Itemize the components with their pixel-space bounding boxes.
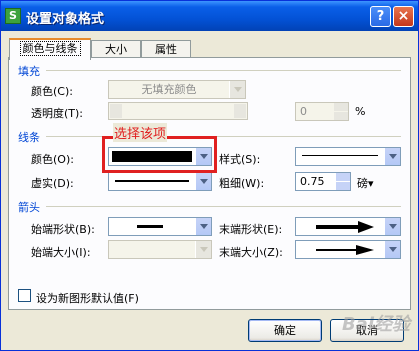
ok-button[interactable]: 确定 (248, 319, 322, 342)
chevron-down-icon (384, 148, 400, 165)
transparency-unit: % (355, 105, 366, 118)
title-bar[interactable]: S 设置对象格式 ? × (1, 1, 418, 31)
highlight-label: 选择该项 (113, 123, 168, 142)
fill-section-title: 填充 (18, 65, 40, 78)
chevron-down-icon (195, 173, 211, 190)
transparency-spinner[interactable]: 0 (295, 102, 349, 121)
begin-style-dropdown[interactable] (108, 217, 212, 236)
line-weight-label: 粗细(W): (219, 177, 265, 190)
app-icon: S (5, 8, 21, 24)
end-size-label: 末端大小(Z): (219, 246, 283, 259)
line-divider (46, 136, 401, 137)
fill-color-dropdown[interactable]: 无填充颜色 (108, 80, 246, 99)
end-size-dropdown[interactable] (295, 240, 401, 259)
set-default-checkbox[interactable] (18, 289, 31, 302)
arrows-divider (46, 206, 401, 207)
set-default-label: 设为新图形默认值(F) (36, 292, 139, 305)
tab-color-and-lines[interactable]: 颜色与线条 (9, 38, 91, 60)
line-style-preview (302, 155, 378, 156)
line-style-dropdown[interactable] (295, 147, 401, 166)
dash-preview (115, 180, 189, 182)
dash-label: 虚实(D): (31, 177, 74, 190)
fill-color-label: 颜色(C): (31, 85, 73, 98)
arrows-section-title: 箭头 (18, 201, 40, 214)
watermark: Bai经验 (341, 314, 410, 335)
begin-size-dropdown[interactable] (108, 240, 212, 259)
end-style-label: 末端形状(E): (219, 223, 283, 236)
help-button[interactable]: ? (370, 6, 391, 27)
line-weight-unit[interactable]: 磅▾ (357, 175, 374, 191)
dash-dropdown[interactable] (108, 172, 212, 191)
spin-up-icon (336, 173, 350, 181)
spin-up-icon (334, 103, 348, 111)
chevron-down-icon (195, 218, 211, 235)
chevron-down-icon (195, 241, 211, 258)
slider-left-arrow-icon (110, 104, 122, 118)
tab-label: 颜色与线条 (19, 41, 81, 56)
slider-right-arrow-icon (234, 104, 246, 118)
dialog-title: 设置对象格式 (26, 12, 105, 27)
close-button[interactable]: × (393, 6, 414, 27)
begin-style-preview (137, 225, 163, 228)
chevron-down-icon (384, 241, 400, 258)
begin-style-label: 始端形状(B): (31, 223, 95, 236)
begin-size-label: 始端大小(I): (31, 246, 91, 259)
line-weight-value: 0.75 (300, 175, 325, 188)
line-weight-spinner[interactable]: 0.75 (295, 172, 351, 191)
arrow-right-icon (316, 245, 374, 255)
line-color-label: 颜色(O): (31, 153, 74, 166)
transparency-slider[interactable] (108, 102, 248, 120)
line-section-title: 线条 (18, 131, 40, 144)
chevron-down-icon (229, 81, 245, 98)
spin-down-icon (336, 182, 350, 190)
arrow-right-icon (316, 221, 374, 233)
fill-color-value: 无填充颜色 (141, 83, 197, 96)
transparency-label: 透明度(T): (31, 107, 84, 120)
chevron-down-icon (384, 218, 400, 235)
fill-divider (46, 70, 401, 71)
format-object-dialog: S 设置对象格式 ? × 颜色与线条 大小 属性 填充 颜色(C): 无填充颜色… (0, 0, 419, 351)
spin-down-icon (334, 112, 348, 120)
end-style-dropdown[interactable] (295, 217, 401, 236)
line-style-label: 样式(S): (219, 153, 261, 166)
transparency-value: 0 (300, 105, 307, 118)
